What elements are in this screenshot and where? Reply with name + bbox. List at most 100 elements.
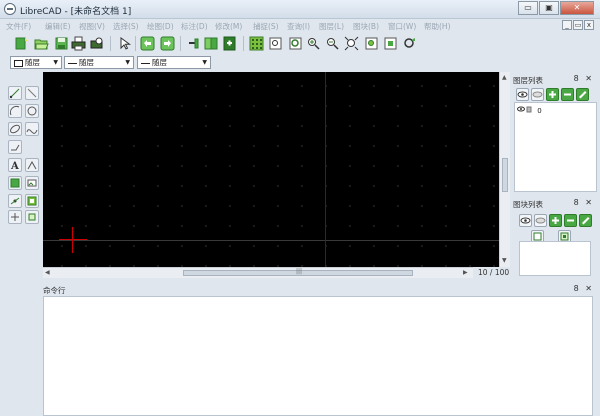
window-title: LibreCAD - [未命名文档 1] — [20, 7, 132, 17]
menu-block[interactable]: 图块(B) — [353, 21, 379, 32]
grid-axis-horizontal — [43, 240, 499, 241]
linetype-combo[interactable]: 随层 ▼ — [64, 56, 134, 69]
zoom-pan-icon[interactable] — [383, 36, 398, 51]
menu-dimension[interactable]: 标注(D) — [181, 21, 208, 32]
doc-minimize-button[interactable]: _ — [562, 20, 572, 30]
block-list-dock-buttons[interactable]: 8 ✕ — [574, 198, 594, 207]
menu-edit[interactable]: 编辑(E) — [45, 21, 71, 32]
select-pointer-icon[interactable] — [117, 36, 132, 51]
scroll-up-icon[interactable]: ▲ — [502, 74, 507, 81]
zoom-redraw-icon[interactable] — [402, 36, 417, 51]
show-all-blocks-icon[interactable] — [519, 214, 532, 227]
dimension-icon[interactable] — [25, 158, 39, 172]
zoom-auto-icon[interactable] — [344, 36, 359, 51]
add-layer-icon[interactable] — [546, 88, 559, 101]
zoom-window-icon[interactable] — [268, 36, 283, 51]
print-icon[interactable] — [71, 36, 86, 51]
save-icon[interactable] — [54, 36, 69, 51]
menu-select[interactable]: 选择(S) — [113, 21, 139, 32]
polyline-icon[interactable] — [8, 140, 22, 154]
drawing-canvas[interactable] — [43, 72, 499, 267]
color-swatch-icon — [14, 59, 23, 67]
menu-info[interactable]: 查询(I) — [287, 21, 310, 32]
rename-block-icon[interactable] — [579, 214, 592, 227]
menu-modify[interactable]: 修改(M) — [215, 21, 242, 32]
text-icon[interactable]: A — [8, 158, 22, 172]
block-toolbar — [519, 214, 594, 228]
layer-list-title: 图层列表 — [513, 76, 543, 85]
block-list-title: 图块列表 — [513, 200, 543, 209]
close-button[interactable]: ✕ — [560, 1, 594, 15]
menu-file[interactable]: 文件(F) — [6, 21, 31, 32]
edit-layer-icon[interactable] — [576, 88, 589, 101]
image-icon[interactable] — [25, 176, 39, 190]
scroll-down-icon[interactable]: ▼ — [502, 257, 507, 264]
hatch-icon[interactable] — [8, 176, 22, 190]
menu-view[interactable]: 视图(V) — [79, 21, 105, 32]
linewidth-combo[interactable]: 随层 ▼ — [137, 56, 211, 69]
minimize-button[interactable]: ▭ — [518, 1, 538, 15]
redo-icon[interactable] — [160, 36, 175, 51]
copy-icon[interactable] — [203, 36, 218, 51]
block-icon[interactable] — [25, 194, 39, 208]
horizontal-scrollbar[interactable]: ◀ ||| ▶ — [43, 267, 473, 278]
vertical-scroll-thumb[interactable] — [502, 158, 508, 192]
paste-icon[interactable] — [222, 36, 237, 51]
layer-row[interactable]: 0 — [517, 105, 542, 115]
ellipse-icon[interactable] — [8, 122, 22, 136]
scroll-grip-icon: ||| — [296, 268, 303, 275]
menu-draw[interactable]: 绘图(D) — [147, 21, 174, 32]
spline-icon[interactable] — [25, 122, 39, 136]
hide-all-layers-icon[interactable] — [531, 88, 544, 101]
maximize-button[interactable]: ▣ — [539, 1, 559, 15]
vertical-scrollbar[interactable]: ▲ ▼ — [499, 72, 510, 267]
command-line-title: 命令行 — [43, 286, 66, 295]
remove-block-icon[interactable] — [564, 214, 577, 227]
modify-rotate-icon[interactable] — [25, 210, 39, 224]
arc-icon[interactable] — [8, 104, 22, 118]
zoom-previous-icon[interactable] — [288, 36, 303, 51]
show-all-layers-icon[interactable] — [516, 88, 529, 101]
print-preview-icon[interactable] — [89, 36, 104, 51]
point-icon[interactable] — [8, 194, 22, 208]
line-icon[interactable] — [8, 86, 22, 100]
zoom-in-icon[interactable] — [306, 36, 321, 51]
window-frame-right — [593, 296, 600, 416]
doc-close-button[interactable]: x — [584, 20, 594, 30]
menu-snap[interactable]: 捕捉(S) — [253, 21, 279, 32]
zoom-fit-icon[interactable] — [364, 36, 379, 51]
hide-all-blocks-icon[interactable] — [534, 214, 547, 227]
menu-window[interactable]: 窗口(W) — [388, 21, 416, 32]
modify-move-icon[interactable] — [8, 210, 22, 224]
undo-icon[interactable] — [140, 36, 155, 51]
chevron-down-icon: ▼ — [202, 59, 207, 66]
scroll-right-icon[interactable]: ▶ — [463, 269, 468, 276]
remove-layer-icon[interactable] — [561, 88, 574, 101]
line-angle-icon[interactable] — [25, 86, 39, 100]
svg-text:A: A — [10, 161, 19, 171]
new-icon[interactable] — [14, 36, 29, 51]
circle-icon[interactable] — [25, 104, 39, 118]
layer-list-panel: 图层列表 8 ✕ 0 — [511, 72, 600, 196]
block-list[interactable] — [519, 241, 591, 276]
grid-icon[interactable] — [249, 36, 264, 51]
chevron-down-icon: ▼ — [125, 59, 130, 66]
origin-marker-y — [72, 227, 73, 253]
page-indicator: 10 / 100 — [478, 268, 510, 277]
open-icon[interactable] — [34, 36, 49, 51]
color-combo[interactable]: 随层 ▼ — [10, 56, 62, 69]
layer-list-dock-buttons[interactable]: 8 ✕ — [574, 74, 594, 83]
menu-bar: 文件(F) 编辑(E) 视图(V) 选择(S) 绘图(D) 标注(D) 修改(M… — [0, 19, 600, 33]
add-block-icon[interactable] — [549, 214, 562, 227]
cut-icon[interactable] — [186, 36, 201, 51]
command-line-history[interactable] — [43, 296, 593, 416]
layer-visible-icon[interactable] — [517, 105, 535, 113]
doc-restore-button[interactable]: ▭ — [573, 20, 583, 30]
layer-list[interactable]: 0 — [514, 102, 597, 192]
zoom-out-icon[interactable] — [325, 36, 340, 51]
menu-help[interactable]: 帮助(H) — [424, 21, 451, 32]
menu-layer[interactable]: 图层(L) — [319, 21, 344, 32]
scroll-left-icon[interactable]: ◀ — [45, 269, 50, 276]
cad-tools-panel: A — [0, 72, 42, 416]
window-controls: ▭ ▣ ✕ — [517, 1, 594, 15]
